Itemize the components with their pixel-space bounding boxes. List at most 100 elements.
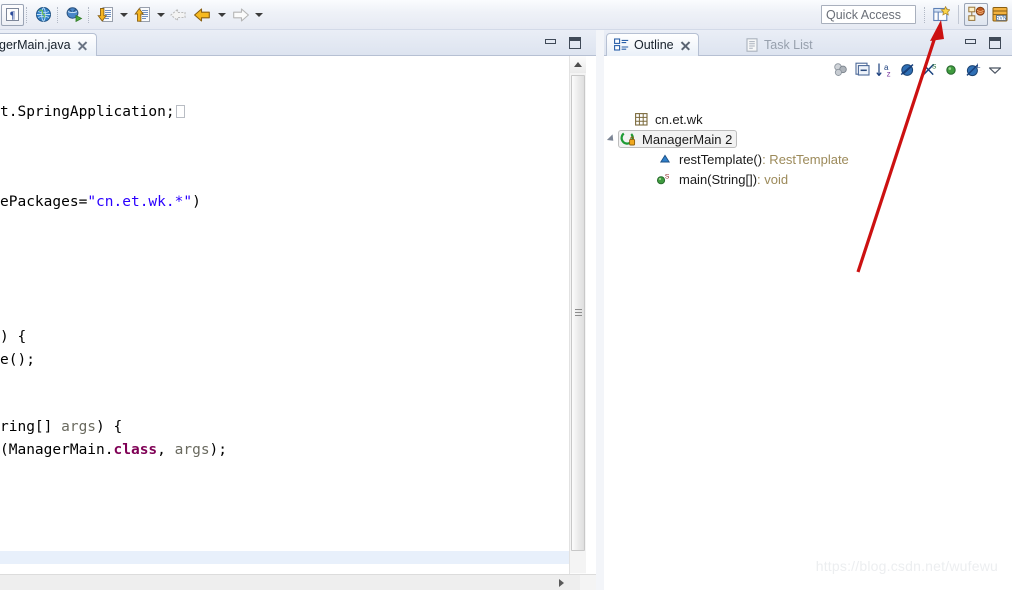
focus-on-active-task-button[interactable] <box>830 60 852 80</box>
debug-icon[interactable] <box>65 6 83 23</box>
outline-tree-row[interactable]: ManagerMain 2 <box>604 129 1012 149</box>
java-class-icon <box>619 130 637 148</box>
toolbar-button-toggle-mark-occurrences[interactable]: ¶ <box>0 3 24 26</box>
collapse-all-icon[interactable] <box>855 62 871 77</box>
toolbar-button-next-annotation[interactable] <box>93 4 117 26</box>
forward-arrow-gray-icon[interactable] <box>230 6 250 24</box>
toolbar-button-back[interactable] <box>191 4 215 26</box>
task-list-icon <box>746 37 758 52</box>
view-menu-icon[interactable] <box>987 63 1003 77</box>
code-line: e(); <box>0 349 570 372</box>
editor-horizontal-scrollbar[interactable] <box>0 574 596 590</box>
toolbar-button-previous-annotation[interactable] <box>130 4 154 26</box>
outline-icon <box>614 38 629 51</box>
svg-text:SVN: SVN <box>995 16 1006 22</box>
outline-selected-item[interactable]: ManagerMain 2 <box>618 130 738 148</box>
toolbar-button-open-web-browser[interactable] <box>31 4 55 26</box>
view-menu-button[interactable] <box>984 60 1006 80</box>
sort-alphabetically-button[interactable]: a z <box>874 60 896 80</box>
outline-tree-row[interactable]: cn.et.wk <box>604 109 1012 129</box>
outline-view-pane: Outline Task List a z S L cn.et.wk Manag… <box>604 30 1012 590</box>
editor-maximize-button[interactable] <box>568 36 582 50</box>
toolbar-button-forward[interactable] <box>228 4 252 26</box>
close-icon[interactable] <box>77 40 88 51</box>
collapse-all-button[interactable] <box>852 60 874 80</box>
close-icon[interactable] <box>680 40 691 51</box>
editor-minimize-button[interactable] <box>544 36 558 50</box>
quick-access-input[interactable]: Quick Access <box>821 5 916 24</box>
focus-on-active-task-icon[interactable] <box>833 62 849 77</box>
editor-vertical-scrollbar[interactable] <box>569 56 586 590</box>
outline-tree-row[interactable]: Smain(String[]) : void <box>604 169 1012 189</box>
next-annotation-down-icon[interactable] <box>96 6 114 24</box>
sort-alphabetically-icon[interactable]: a z <box>876 62 894 78</box>
toolbar-dropdown-back[interactable] <box>215 5 228 25</box>
outline-item-label: main(String[]) <box>679 171 758 187</box>
hide-static-members-button[interactable]: S <box>918 60 940 80</box>
scrollbar-corner <box>580 575 596 590</box>
editor-tab-managermain-java[interactable]: gerMain.java <box>0 33 97 56</box>
toolbar-dropdown-forward[interactable] <box>252 5 265 25</box>
outline-item-label: cn.et.wk <box>655 111 703 127</box>
toolbar-separator <box>26 6 29 23</box>
pilcrow-icon[interactable]: ¶ <box>0 3 24 26</box>
code-editor-text[interactable]: t.SpringApplication; ePackages="cn.et.wk… <box>0 56 570 564</box>
java-ee-perspective-icon[interactable] <box>967 6 985 23</box>
perspective-button-svn-repository[interactable]: SVN <box>988 3 1012 26</box>
scrollbar-grip-icon <box>575 309 582 317</box>
svg-text:S: S <box>931 63 936 70</box>
svn-repository-perspective-icon[interactable]: SVN <box>992 6 1009 23</box>
code-line: ring[] args) { <box>0 416 570 439</box>
previous-annotation-up-icon[interactable] <box>133 6 151 24</box>
toolbar-button-debug[interactable] <box>62 4 86 26</box>
scroll-right-arrow-icon[interactable] <box>555 576 568 590</box>
tab-task-list[interactable]: Task List <box>738 33 820 56</box>
expander-collapse-icon[interactable] <box>604 129 618 149</box>
toolbar-button-back-disabled <box>167 4 191 26</box>
toolbar-group-left: ¶ <box>0 3 265 27</box>
toolbar-separator <box>88 6 91 23</box>
code-line <box>0 551 570 564</box>
outline-item[interactable]: restTemplate() : RestTemplate <box>656 150 849 168</box>
hide-fields-icon[interactable] <box>899 62 916 78</box>
tab-task-list-label: Task List <box>764 37 813 52</box>
hide-fields-button[interactable] <box>896 60 918 80</box>
code-token: args <box>61 419 97 435</box>
hide-static-members-icon[interactable]: S <box>921 62 938 78</box>
outline-item-return-type: : void <box>757 171 789 187</box>
open-perspective-icon[interactable] <box>932 6 950 23</box>
code-token: class <box>113 441 158 458</box>
outline-tree-row[interactable]: restTemplate() : RestTemplate <box>604 149 1012 169</box>
hide-non-public-members-button[interactable] <box>940 60 962 80</box>
globe-icon[interactable] <box>35 6 52 23</box>
hide-non-public-members-icon[interactable] <box>944 63 958 77</box>
package-icon <box>632 110 650 128</box>
expander-placeholder <box>618 109 632 129</box>
open-perspective-button[interactable] <box>929 3 953 26</box>
perspective-button-java-ee[interactable] <box>964 3 988 26</box>
outline-maximize-button[interactable] <box>988 36 1002 50</box>
toolbar-dropdown-previous-annotation[interactable] <box>154 5 167 25</box>
outline-tree[interactable]: cn.et.wk ManagerMain 2 restTemplate() : Re… <box>604 83 1012 590</box>
hide-local-types-button[interactable]: L <box>962 60 984 80</box>
back-arrow-yellow-icon[interactable] <box>193 6 213 24</box>
svg-text:¶: ¶ <box>9 11 14 22</box>
quick-access-placeholder: Quick Access <box>826 7 902 22</box>
hide-local-types-icon[interactable]: L <box>965 62 982 78</box>
outline-minimize-button[interactable] <box>964 36 978 50</box>
tab-outline-label: Outline <box>634 38 674 52</box>
outline-item-label: restTemplate() <box>679 151 763 167</box>
vertical-scrollbar-thumb[interactable] <box>571 75 585 551</box>
scroll-up-arrow-icon[interactable] <box>570 56 586 73</box>
toolbar-dropdown-next-annotation[interactable] <box>117 5 130 25</box>
outline-item[interactable]: Smain(String[]) : void <box>656 170 788 188</box>
expander-placeholder <box>642 169 656 189</box>
outline-item[interactable]: cn.et.wk <box>632 110 703 128</box>
tab-outline[interactable]: Outline <box>606 33 699 56</box>
